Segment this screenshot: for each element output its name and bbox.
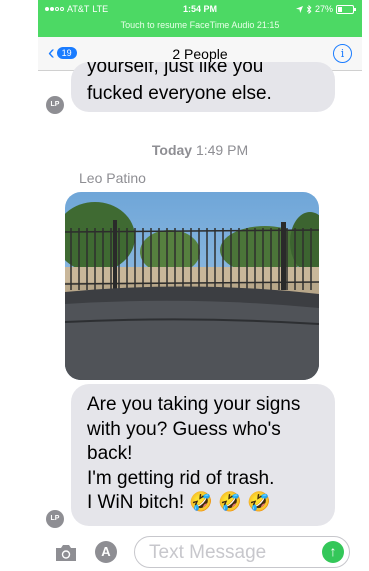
message-text-previous-top: yourself, just like you xyxy=(87,62,264,77)
info-button[interactable]: i xyxy=(333,44,352,63)
send-arrow-icon[interactable]: ↑ xyxy=(322,541,344,563)
sender-name: Leo Patino xyxy=(79,170,146,186)
conversation-title[interactable]: 2 People xyxy=(38,46,362,62)
message-line: I WiN bitch! 🤣 🤣 🤣 xyxy=(87,492,271,513)
message-line: Are you taking your signs xyxy=(87,394,301,415)
battery-icon xyxy=(336,4,356,14)
message-text-last: Are you taking your signs with you? Guess… xyxy=(87,393,300,516)
message-timestamp: Today 1:49 PM xyxy=(38,142,362,158)
message-input-bar: A ↑ xyxy=(38,532,362,571)
photo-gate-image xyxy=(65,192,319,380)
message-line: I'm getting rid of trash. xyxy=(87,467,275,489)
message-text-field[interactable]: ↑ xyxy=(134,536,350,568)
location-icon xyxy=(295,5,303,13)
message-bubble-previous[interactable]: yourself, just like you fucked everyone … xyxy=(71,62,335,112)
battery-percent: 27% xyxy=(314,4,333,14)
avatar[interactable]: LP xyxy=(46,510,64,528)
app-store-icon[interactable]: A xyxy=(95,541,117,563)
timestamp-time: 1:49 PM xyxy=(195,142,249,158)
messages-screen: AT&T LTE 1:54 PM 27% Touch to resume Fac… xyxy=(38,0,362,571)
avatar[interactable]: LP xyxy=(46,96,64,114)
message-input[interactable] xyxy=(147,541,311,565)
facetime-resume-banner[interactable]: Touch to resume FaceTime Audio 21:15 xyxy=(38,20,362,30)
bluetooth-icon xyxy=(306,4,312,14)
message-line: back! xyxy=(87,443,133,464)
message-line: with you? Guess who's xyxy=(87,418,281,440)
message-text-previous: fucked everyone else. xyxy=(87,83,272,104)
status-bar[interactable]: AT&T LTE 1:54 PM 27% Touch to resume Fac… xyxy=(38,0,362,37)
camera-icon[interactable] xyxy=(54,544,78,562)
message-bubble-last[interactable]: Are you taking your signs with you? Guess… xyxy=(71,384,335,526)
status-right: 27% xyxy=(295,4,356,14)
photo-message[interactable] xyxy=(65,192,319,380)
timestamp-day: Today xyxy=(151,142,193,158)
